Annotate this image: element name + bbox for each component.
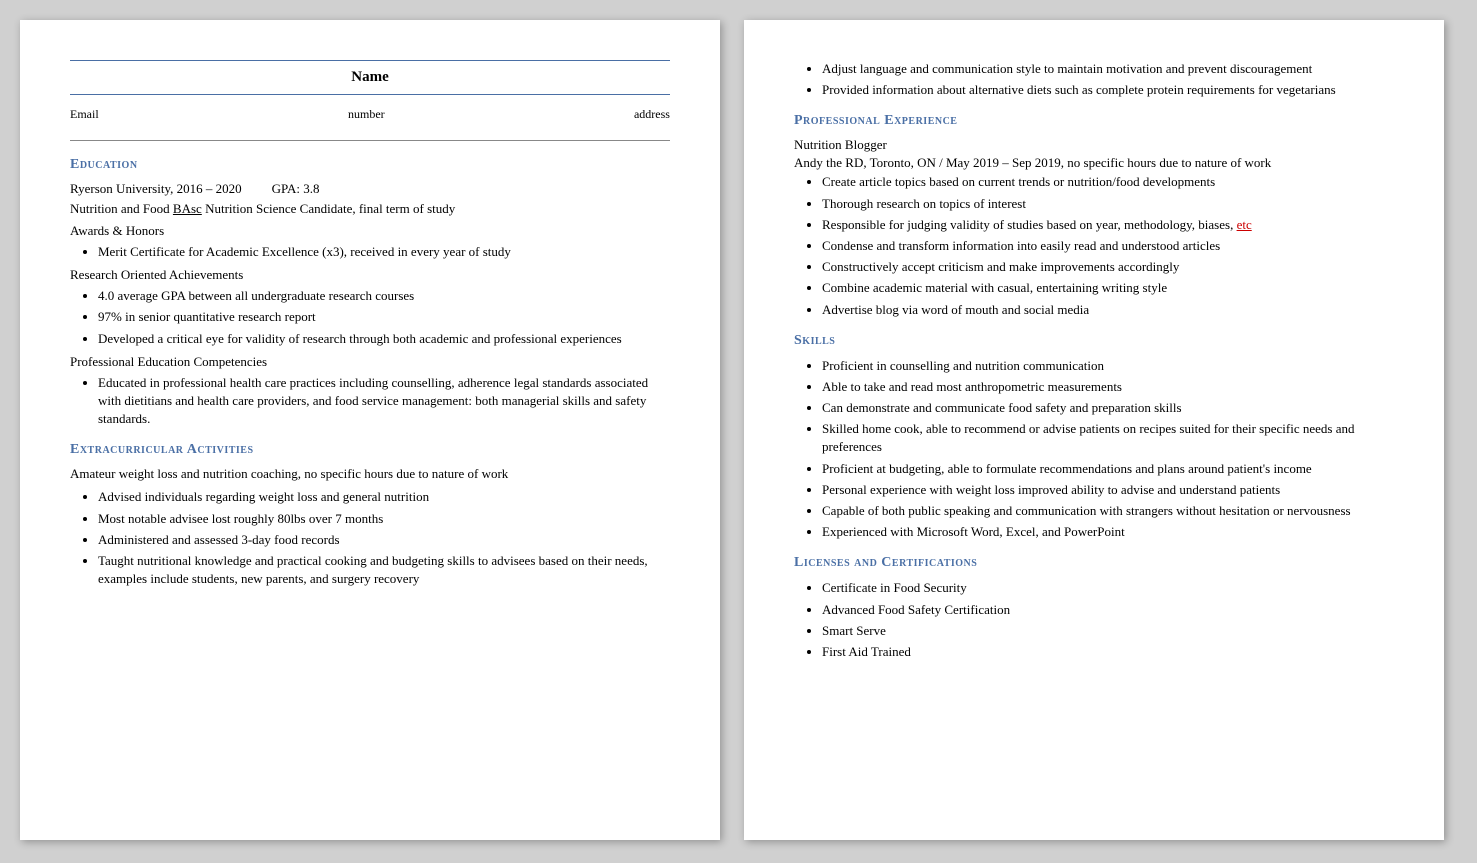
extracurricular-desc: Amateur weight loss and nutrition coachi… xyxy=(70,466,670,482)
extracurricular-title: Extracurricular Activities xyxy=(70,442,670,458)
list-item: Taught nutritional knowledge and practic… xyxy=(98,552,670,588)
edu-program: Nutrition and Food BAsc Nutrition Scienc… xyxy=(70,201,670,217)
list-item: Merit Certificate for Academic Excellenc… xyxy=(98,243,670,261)
list-item: Proficient at budgeting, able to formula… xyxy=(822,460,1394,478)
etc-link: etc xyxy=(1237,217,1252,232)
list-item: Constructively accept criticism and make… xyxy=(822,258,1394,276)
awards-list: Merit Certificate for Academic Excellenc… xyxy=(98,243,670,261)
page-container: Name Email number address Education Ryer… xyxy=(20,20,1457,840)
edu-row: Ryerson University, 2016 – 2020 GPA: 3.8 xyxy=(70,181,670,197)
edu-basc: BAsc xyxy=(173,201,202,216)
list-item: Capable of both public speaking and comm… xyxy=(822,502,1394,520)
list-item: Adjust language and communication style … xyxy=(822,60,1394,78)
list-item: Create article topics based on current t… xyxy=(822,173,1394,191)
list-item: Developed a critical eye for validity of… xyxy=(98,330,670,348)
list-item: Advertise blog via word of mouth and soc… xyxy=(822,301,1394,319)
list-item: Administered and assessed 3-day food rec… xyxy=(98,531,670,549)
intro-bullet-list: Adjust language and communication style … xyxy=(822,60,1394,99)
list-item: Certificate in Food Security xyxy=(822,579,1394,597)
pro-exp-title: Professional Experience xyxy=(794,113,1394,129)
extracurricular-section: Extracurricular Activities Amateur weigh… xyxy=(70,442,670,588)
list-item: Condense and transform information into … xyxy=(822,237,1394,255)
list-item: Able to take and read most anthropometri… xyxy=(822,378,1394,396)
list-item: Thorough research on topics of interest xyxy=(822,195,1394,213)
extracurricular-list: Advised individuals regarding weight los… xyxy=(98,488,670,588)
prof-edu-title: Professional Education Competencies xyxy=(70,354,670,370)
research-title: Research Oriented Achievements xyxy=(70,267,670,283)
awards-title: Awards & Honors xyxy=(70,223,670,239)
header-email: Email xyxy=(70,107,99,122)
research-list: 4.0 average GPA between all undergraduat… xyxy=(98,287,670,348)
intro-bullets-section: Adjust language and communication style … xyxy=(794,60,1394,99)
education-section: Education Ryerson University, 2016 – 202… xyxy=(70,157,670,428)
header-contact: Email number address xyxy=(70,107,670,122)
list-item: Advised individuals regarding weight los… xyxy=(98,488,670,506)
skills-section: Skills Proficient in counselling and nut… xyxy=(794,333,1394,542)
pro-exp-section: Professional Experience Nutrition Blogge… xyxy=(794,113,1394,318)
list-item: First Aid Trained xyxy=(822,643,1394,661)
pro-exp-list: Create article topics based on current t… xyxy=(822,173,1394,318)
employer: Andy the RD, Toronto, ON / May 2019 – Se… xyxy=(794,155,1394,171)
licenses-list: Certificate in Food Security Advanced Fo… xyxy=(822,579,1394,661)
header-line-bottom xyxy=(70,94,670,95)
list-item: Educated in professional health care pra… xyxy=(98,374,670,429)
licenses-title: Licenses and Certifications xyxy=(794,555,1394,571)
edu-university: Ryerson University, 2016 – 2020 xyxy=(70,181,242,197)
list-item: 97% in senior quantitative research repo… xyxy=(98,308,670,326)
list-item: Personal experience with weight loss imp… xyxy=(822,481,1394,499)
main-divider xyxy=(70,140,670,141)
list-item: Combine academic material with casual, e… xyxy=(822,279,1394,297)
licenses-section: Licenses and Certifications Certificate … xyxy=(794,555,1394,661)
header-address: address xyxy=(634,107,670,122)
left-page: Name Email number address Education Ryer… xyxy=(20,20,720,840)
list-item: Provided information about alternative d… xyxy=(822,81,1394,99)
list-item: Skilled home cook, able to recommend or … xyxy=(822,420,1394,456)
skills-list: Proficient in counselling and nutrition … xyxy=(822,357,1394,542)
job-title: Nutrition Blogger xyxy=(794,137,1394,153)
header-name: Name xyxy=(70,69,670,86)
list-item: Most notable advisee lost roughly 80lbs … xyxy=(98,510,670,528)
list-item: Responsible for judging validity of stud… xyxy=(822,216,1394,234)
skills-title: Skills xyxy=(794,333,1394,349)
header-section: Name Email number address xyxy=(70,60,670,122)
list-item: Experienced with Microsoft Word, Excel, … xyxy=(822,523,1394,541)
list-item: Can demonstrate and communicate food saf… xyxy=(822,399,1394,417)
header-number: number xyxy=(348,107,385,122)
education-title: Education xyxy=(70,157,670,173)
edu-gpa: GPA: 3.8 xyxy=(272,181,320,197)
list-item: Advanced Food Safety Certification xyxy=(822,601,1394,619)
header-line-top xyxy=(70,60,670,61)
list-item: Smart Serve xyxy=(822,622,1394,640)
right-page: Adjust language and communication style … xyxy=(744,20,1444,840)
prof-edu-list: Educated in professional health care pra… xyxy=(98,374,670,429)
list-item: 4.0 average GPA between all undergraduat… xyxy=(98,287,670,305)
list-item: Proficient in counselling and nutrition … xyxy=(822,357,1394,375)
